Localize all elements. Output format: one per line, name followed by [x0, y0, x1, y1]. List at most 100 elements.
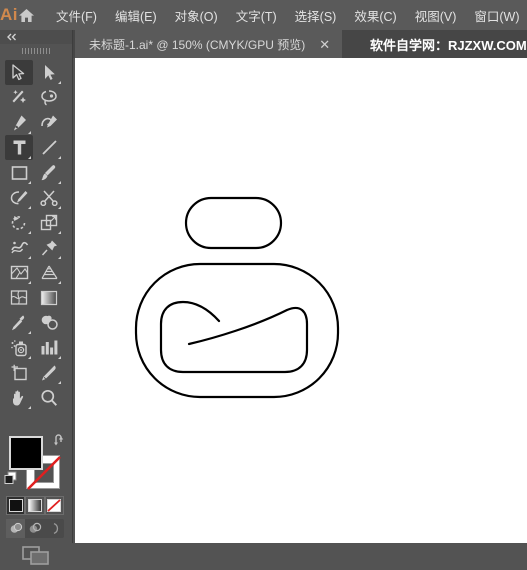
curvature-pen-icon — [40, 115, 57, 127]
free-transform-tool[interactable] — [35, 235, 63, 260]
hand-tool[interactable] — [5, 385, 33, 410]
tool-row — [4, 185, 68, 210]
flyout-triangle-icon — [58, 181, 61, 184]
flyout-triangle-icon — [28, 231, 31, 234]
tool-row — [4, 85, 68, 110]
column-graph-tool[interactable] — [35, 335, 63, 360]
artboard-tool[interactable] — [5, 360, 33, 385]
menu-item-2[interactable]: 对象(O) — [166, 0, 227, 30]
flyout-triangle-icon — [58, 81, 61, 84]
artboard-icon — [11, 364, 27, 381]
tool-row — [4, 260, 68, 285]
symbol-sprayer-tool[interactable] — [5, 335, 33, 360]
mesh-icon — [10, 290, 28, 305]
blend-tool[interactable] — [35, 310, 63, 335]
draw-normal-icon — [10, 522, 22, 533]
pen-nib-icon — [14, 115, 26, 130]
draw-inside-icon — [53, 522, 58, 535]
zoom-tool[interactable] — [35, 385, 63, 410]
menu-item-1[interactable]: 编辑(E) — [106, 0, 166, 30]
pushpin-icon — [41, 240, 57, 256]
rotate-icon — [11, 215, 26, 230]
illustrator-window: Ai 文件(F) 编辑(E) 对象(O) 文字(T) 选择(S) 效果(C) 视图(V) 窗口… — [0, 0, 527, 565]
document-tab[interactable]: 未标题-1.ai* @ 150% (CMYK/GPU 预览) ✕ — [75, 30, 343, 58]
magnifier-icon — [41, 389, 57, 406]
draw-behind-icon — [29, 522, 41, 533]
arrow-cursor-icon — [12, 64, 25, 81]
document-tab-title: 未标题-1.ai* @ 150% (CMYK/GPU 预览) — [89, 37, 306, 52]
draw-normal-button[interactable] — [6, 519, 25, 538]
home-icon[interactable] — [18, 0, 35, 30]
slice-knife-icon — [42, 365, 56, 380]
tab-bar: 未标题-1.ai* @ 150% (CMYK/GPU 预览) ✕ 软件自学网：R… — [0, 30, 527, 58]
document-canvas[interactable] — [75, 58, 527, 543]
tool-row — [4, 310, 68, 335]
type-tool[interactable] — [5, 135, 33, 160]
paintbrush-icon — [41, 164, 56, 180]
perfume-bottle-outline-drawing — [134, 196, 340, 399]
tool-row — [4, 210, 68, 235]
rotate-tool[interactable] — [5, 210, 33, 235]
flyout-triangle-icon — [58, 381, 61, 384]
change-screen-mode-button[interactable] — [0, 542, 72, 570]
menu-item-0[interactable]: 文件(F) — [47, 0, 106, 30]
draw-mode-bar — [6, 519, 64, 538]
shaper-tool[interactable] — [5, 185, 33, 210]
slice-tool[interactable] — [35, 360, 63, 385]
tools-panel — [0, 30, 73, 565]
scale-tool[interactable] — [35, 210, 63, 235]
scissors-tool[interactable] — [35, 185, 63, 210]
tool-row — [4, 335, 68, 360]
tools-panel-grip[interactable] — [0, 44, 72, 58]
flyout-triangle-icon — [58, 256, 61, 259]
fill-swatch[interactable] — [9, 436, 43, 470]
draw-inside-button[interactable] — [44, 519, 63, 538]
line-segment-tool[interactable] — [35, 135, 63, 160]
menu-item-7[interactable]: 窗口(W) — [465, 0, 527, 30]
magic-wand-icon — [12, 90, 26, 103]
curvature-tool[interactable] — [35, 110, 63, 135]
perspective-grid-tool[interactable] — [35, 260, 63, 285]
blend-icon — [41, 315, 58, 330]
rectangle-icon — [11, 165, 27, 180]
paintbrush-tool[interactable] — [35, 160, 63, 185]
menu-item-3[interactable]: 文字(T) — [227, 0, 286, 30]
close-icon[interactable]: ✕ — [319, 38, 330, 51]
tool-grid — [4, 60, 68, 410]
tool-row — [4, 60, 68, 85]
magic-wand-tool[interactable] — [5, 85, 33, 110]
menu-item-6[interactable]: 视图(V) — [406, 0, 466, 30]
pen-tool[interactable] — [5, 110, 33, 135]
width-tool[interactable] — [5, 235, 33, 260]
flyout-triangle-icon — [28, 131, 31, 134]
tool-row — [4, 385, 68, 410]
lasso-tool[interactable] — [35, 85, 63, 110]
rectangle-tool[interactable] — [5, 160, 33, 185]
swap-arrow-icon[interactable] — [53, 433, 67, 447]
gradient-mode-button[interactable] — [25, 496, 45, 515]
color-mode-button[interactable] — [6, 496, 26, 515]
tool-row — [4, 285, 68, 310]
scissors-icon — [40, 190, 58, 206]
menu-item-4[interactable]: 选择(S) — [286, 0, 346, 30]
white-arrow-cursor-icon — [45, 65, 55, 80]
eyedropper-tool[interactable] — [5, 310, 33, 335]
line-diagonal-icon — [41, 140, 57, 155]
solid-color-icon — [8, 499, 23, 512]
direct-selection-tool[interactable] — [35, 60, 63, 85]
symbol-sprayer-icon — [10, 339, 27, 356]
shape-builder-tool[interactable] — [5, 260, 33, 285]
draw-behind-button[interactable] — [25, 519, 44, 538]
flyout-triangle-icon — [58, 206, 61, 209]
none-mode-button[interactable] — [44, 496, 64, 515]
menu-item-5[interactable]: 效果(C) — [345, 0, 405, 30]
selection-tool[interactable] — [5, 60, 33, 85]
menu-bar: Ai 文件(F) 编辑(E) 对象(O) 文字(T) 选择(S) 效果(C) 视图(V) 窗口… — [0, 0, 527, 30]
default-fill-stroke-icon[interactable] — [4, 471, 18, 485]
warp-width-icon — [10, 241, 28, 254]
scale-icon — [40, 214, 58, 230]
gradient-tool[interactable] — [35, 285, 63, 310]
flyout-triangle-icon — [58, 156, 61, 159]
mesh-tool[interactable] — [5, 285, 33, 310]
double-chevron-left-icon[interactable] — [5, 32, 19, 42]
